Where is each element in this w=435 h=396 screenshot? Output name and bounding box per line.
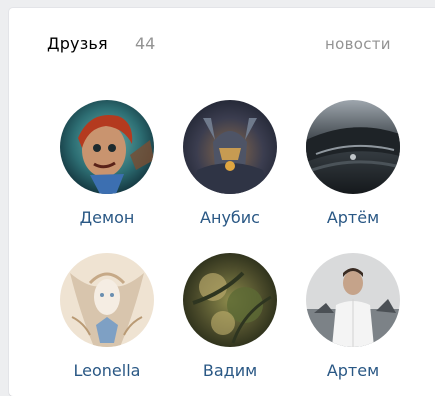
person-photo-avatar[interactable]: [306, 253, 400, 347]
friends-title[interactable]: Друзья: [47, 34, 108, 53]
friend-item-anubis[interactable]: Анубис: [170, 100, 290, 227]
warrior-portrait-avatar[interactable]: [183, 100, 277, 194]
car-hood-avatar[interactable]: [306, 100, 400, 194]
friend-name[interactable]: Анубис: [170, 208, 290, 227]
friend-name[interactable]: Вадим: [170, 361, 290, 380]
friend-name[interactable]: Артём: [293, 208, 413, 227]
friend-item-artyom[interactable]: Артём: [293, 100, 413, 227]
friend-name[interactable]: Демон: [47, 208, 167, 227]
friend-item-artem[interactable]: Артем: [293, 253, 413, 380]
friends-widget-header: Друзья 44 новости: [9, 8, 435, 68]
friend-name[interactable]: Leonella: [47, 361, 167, 380]
forest-abstract-avatar[interactable]: [183, 253, 277, 347]
friend-item-leonella[interactable]: Leonella: [47, 253, 167, 380]
friends-widget: Друзья 44 новости Демон Анубис Артём Leo…: [9, 8, 435, 396]
friend-item-vadim[interactable]: Вадим: [170, 253, 290, 380]
elf-portrait-avatar[interactable]: [60, 253, 154, 347]
friends-count[interactable]: 44: [135, 34, 155, 53]
doll-portrait-avatar[interactable]: [60, 100, 154, 194]
page: Друзья 44 новости Демон Анубис Артём Leo…: [0, 0, 435, 396]
friend-name[interactable]: Артем: [293, 361, 413, 380]
news-link[interactable]: новости: [325, 35, 391, 53]
friend-item-demon[interactable]: Демон: [47, 100, 167, 227]
